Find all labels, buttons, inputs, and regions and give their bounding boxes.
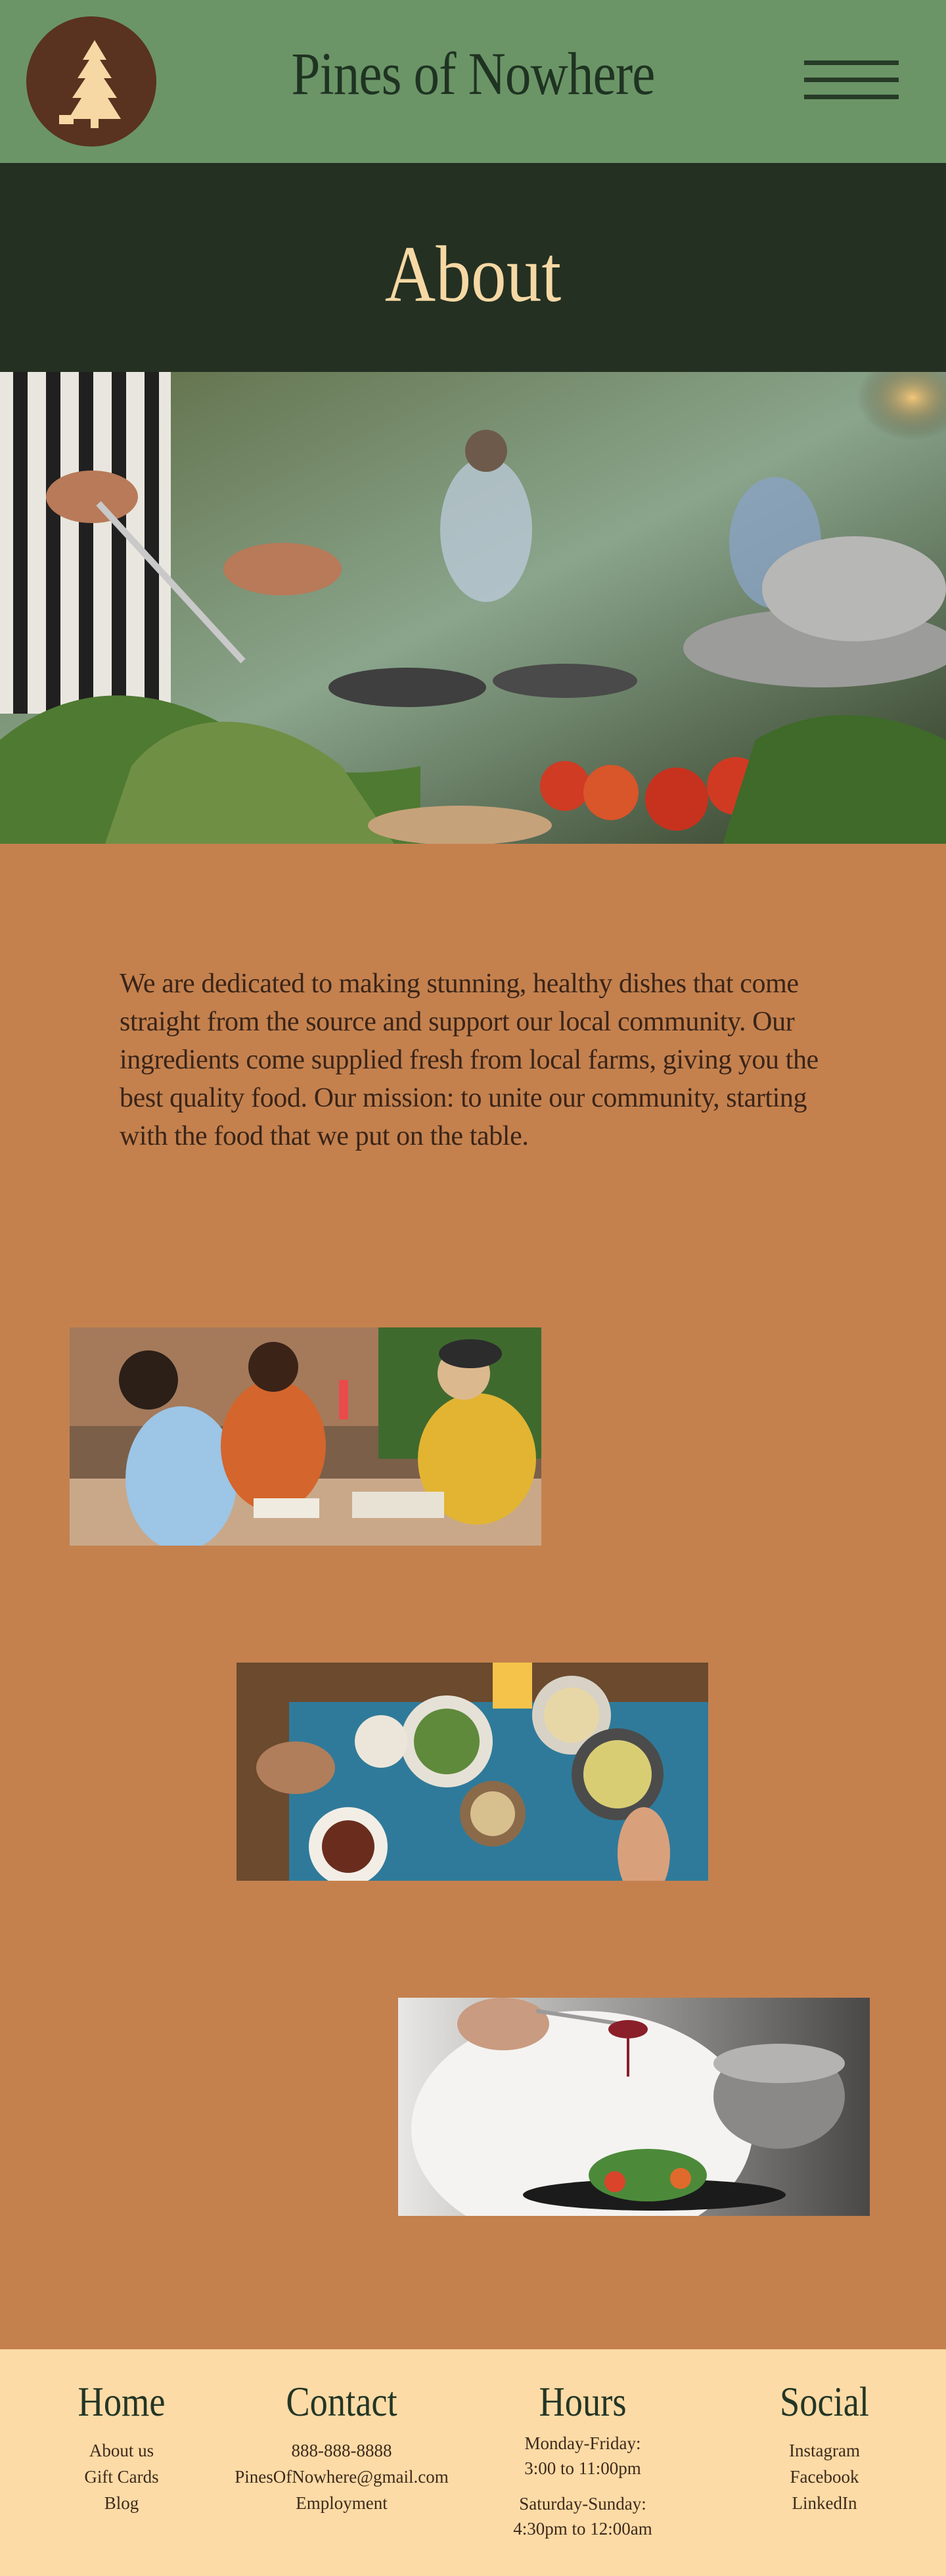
weekday-hours-label: Monday-Friday:: [524, 2433, 641, 2453]
footer-home-column: Home About us Gift Cards Blog: [3, 2376, 240, 2516]
footer-contact-column: Contact 888-888-8888 PinesOfNowhere@gmai…: [223, 2376, 460, 2516]
footer-contact-heading[interactable]: Contact: [241, 2376, 442, 2428]
weekend-hours-time: 4:30pm to 12:00am: [513, 2519, 652, 2539]
site-header: Pines of Nowhere: [0, 0, 946, 163]
weekday-hours-time: 3:00 to 11:00pm: [524, 2458, 641, 2478]
shared-dishes-photo: [236, 1663, 708, 1881]
footer-link-blog[interactable]: Blog: [3, 2490, 240, 2516]
hamburger-menu-icon[interactable]: [804, 60, 899, 103]
about-banner: About: [0, 163, 946, 372]
footer-link-gift-cards[interactable]: Gift Cards: [3, 2464, 240, 2490]
footer-hours-heading: Hours: [539, 2378, 627, 2425]
weekend-hours-label: Saturday-Sunday:: [519, 2494, 646, 2514]
footer-social-heading: Social: [780, 2378, 869, 2425]
page: Pines of Nowhere About We are dedicated …: [0, 0, 946, 2576]
footer-phone[interactable]: 888-888-8888: [223, 2437, 460, 2464]
friends-toast-photo: [70, 1327, 541, 1546]
footer-link-linkedin[interactable]: LinkedIn: [706, 2490, 943, 2516]
footer-home-heading[interactable]: Home: [21, 2376, 222, 2428]
footer-social-column: Social Instagram Facebook LinkedIn: [706, 2376, 943, 2516]
footer-email[interactable]: PinesOfNowhere@gmail.com: [223, 2464, 460, 2490]
site-title[interactable]: Pines of Nowhere: [66, 34, 880, 113]
footer-hours-column: Hours Monday-Friday: 3:00 to 11:00pm Sat…: [464, 2376, 701, 2541]
footer-link-instagram[interactable]: Instagram: [706, 2437, 943, 2464]
intro-text: We are dedicated to making stunning, hea…: [120, 969, 819, 1151]
footer-link-facebook[interactable]: Facebook: [706, 2464, 943, 2490]
footer-link-about-us[interactable]: About us: [3, 2437, 240, 2464]
site-footer: Home About us Gift Cards Blog Contact 88…: [0, 2349, 946, 2576]
chef-plating-photo: [398, 1998, 870, 2216]
footer-link-employment[interactable]: Employment: [223, 2490, 460, 2516]
hero-image: [0, 372, 946, 844]
page-title: About: [384, 230, 562, 319]
